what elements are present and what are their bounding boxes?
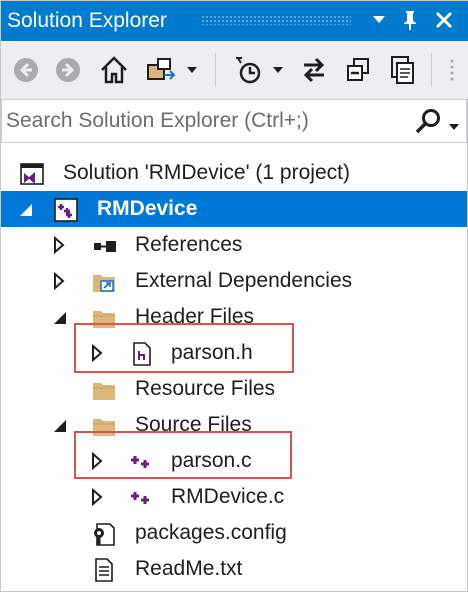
external-dependencies-folder-icon [93, 275, 115, 292]
tree-item-label: RMDevice [97, 197, 198, 220]
show-all-files-icon [391, 56, 414, 84]
search-icon [415, 109, 440, 134]
pending-changes-filter-button[interactable] [231, 53, 265, 87]
tree-item-label: Solution 'RMDevice' (1 project) [63, 161, 350, 184]
toolbar-separator [215, 53, 216, 87]
back-icon [14, 58, 38, 82]
collapsed-arrow-icon [92, 488, 103, 506]
window-title: Solution Explorer [7, 9, 167, 32]
pending-changes-dropdown[interactable] [269, 53, 287, 87]
search-box [1, 99, 467, 143]
solution-icon [20, 163, 44, 185]
tree-item-label: References [135, 233, 243, 256]
toolbar-overflow-grip[interactable] [443, 53, 461, 87]
tree-item-label: ReadMe.txt [135, 557, 243, 580]
tree-item-label: packages.config [135, 521, 287, 544]
sync-with-active-document-button[interactable] [297, 53, 331, 87]
solution-explorer-window: Solution Explorer Search Solution Explor… [0, 0, 468, 592]
close-icon [435, 11, 453, 29]
config-file-icon [94, 523, 115, 546]
back-button[interactable] [11, 53, 41, 87]
collapse-all-icon [347, 58, 369, 81]
grip-icon [450, 59, 454, 81]
highlight-box-parson-h [74, 323, 294, 373]
switch-views-dropdown[interactable] [183, 53, 201, 87]
search-options-dropdown[interactable] [448, 118, 460, 136]
references-icon [94, 241, 116, 252]
forward-icon [56, 58, 80, 82]
home-icon [101, 56, 127, 84]
switch-views-button[interactable] [143, 53, 179, 87]
window-dropdown-button[interactable] [366, 7, 392, 33]
home-button[interactable] [97, 53, 131, 87]
pending-changes-filter-icon [236, 57, 261, 84]
toolbar-separator [431, 53, 432, 87]
switch-views-icon [147, 58, 176, 80]
sync-icon [303, 57, 325, 83]
chevron-down-icon [273, 67, 283, 73]
tree-item-label: RMDevice.c [171, 485, 285, 508]
toolbar [1, 41, 468, 99]
expanded-arrow-icon [54, 312, 66, 324]
drag-grip[interactable] [201, 15, 351, 25]
tree-item-rmdevice-c[interactable]: RMDevice.c [1, 479, 467, 515]
chevron-down-icon [187, 67, 197, 73]
collapsed-arrow-icon [54, 272, 65, 290]
expanded-arrow-icon [54, 420, 66, 432]
search-button[interactable] [414, 108, 442, 139]
expanded-arrow-icon [20, 204, 32, 216]
text-file-icon [95, 558, 113, 582]
title-bar[interactable]: Solution Explorer [1, 1, 468, 41]
cpp-project-icon [54, 198, 78, 222]
dropdown-icon [373, 16, 385, 23]
folder-icon [93, 383, 115, 400]
tree-item-packages-config[interactable]: packages.config [1, 515, 467, 551]
tree-item-solution[interactable]: Solution 'RMDevice' (1 project) [1, 155, 467, 191]
pin-icon [404, 11, 416, 30]
tree-item-external-dependencies[interactable]: External Dependencies [1, 263, 467, 299]
tree-item-references[interactable]: References [1, 227, 467, 263]
collapse-all-button[interactable] [341, 53, 375, 87]
tree-item-resource-files[interactable]: Resource Files [1, 371, 467, 407]
tree-item-readme[interactable]: ReadMe.txt [1, 551, 467, 587]
close-button[interactable] [431, 7, 457, 33]
forward-button[interactable] [53, 53, 83, 87]
tree-item-label: Resource Files [135, 377, 276, 400]
tree-item-project[interactable]: RMDevice [1, 191, 467, 227]
show-all-files-button[interactable] [385, 53, 419, 87]
search-input[interactable] [6, 106, 406, 136]
highlight-box-parson-c [74, 431, 292, 479]
chevron-down-icon [449, 124, 459, 130]
collapsed-arrow-icon [54, 236, 65, 254]
cpp-file-icon [131, 492, 149, 504]
pin-button[interactable] [397, 7, 423, 33]
tree-item-label: External Dependencies [135, 269, 353, 292]
